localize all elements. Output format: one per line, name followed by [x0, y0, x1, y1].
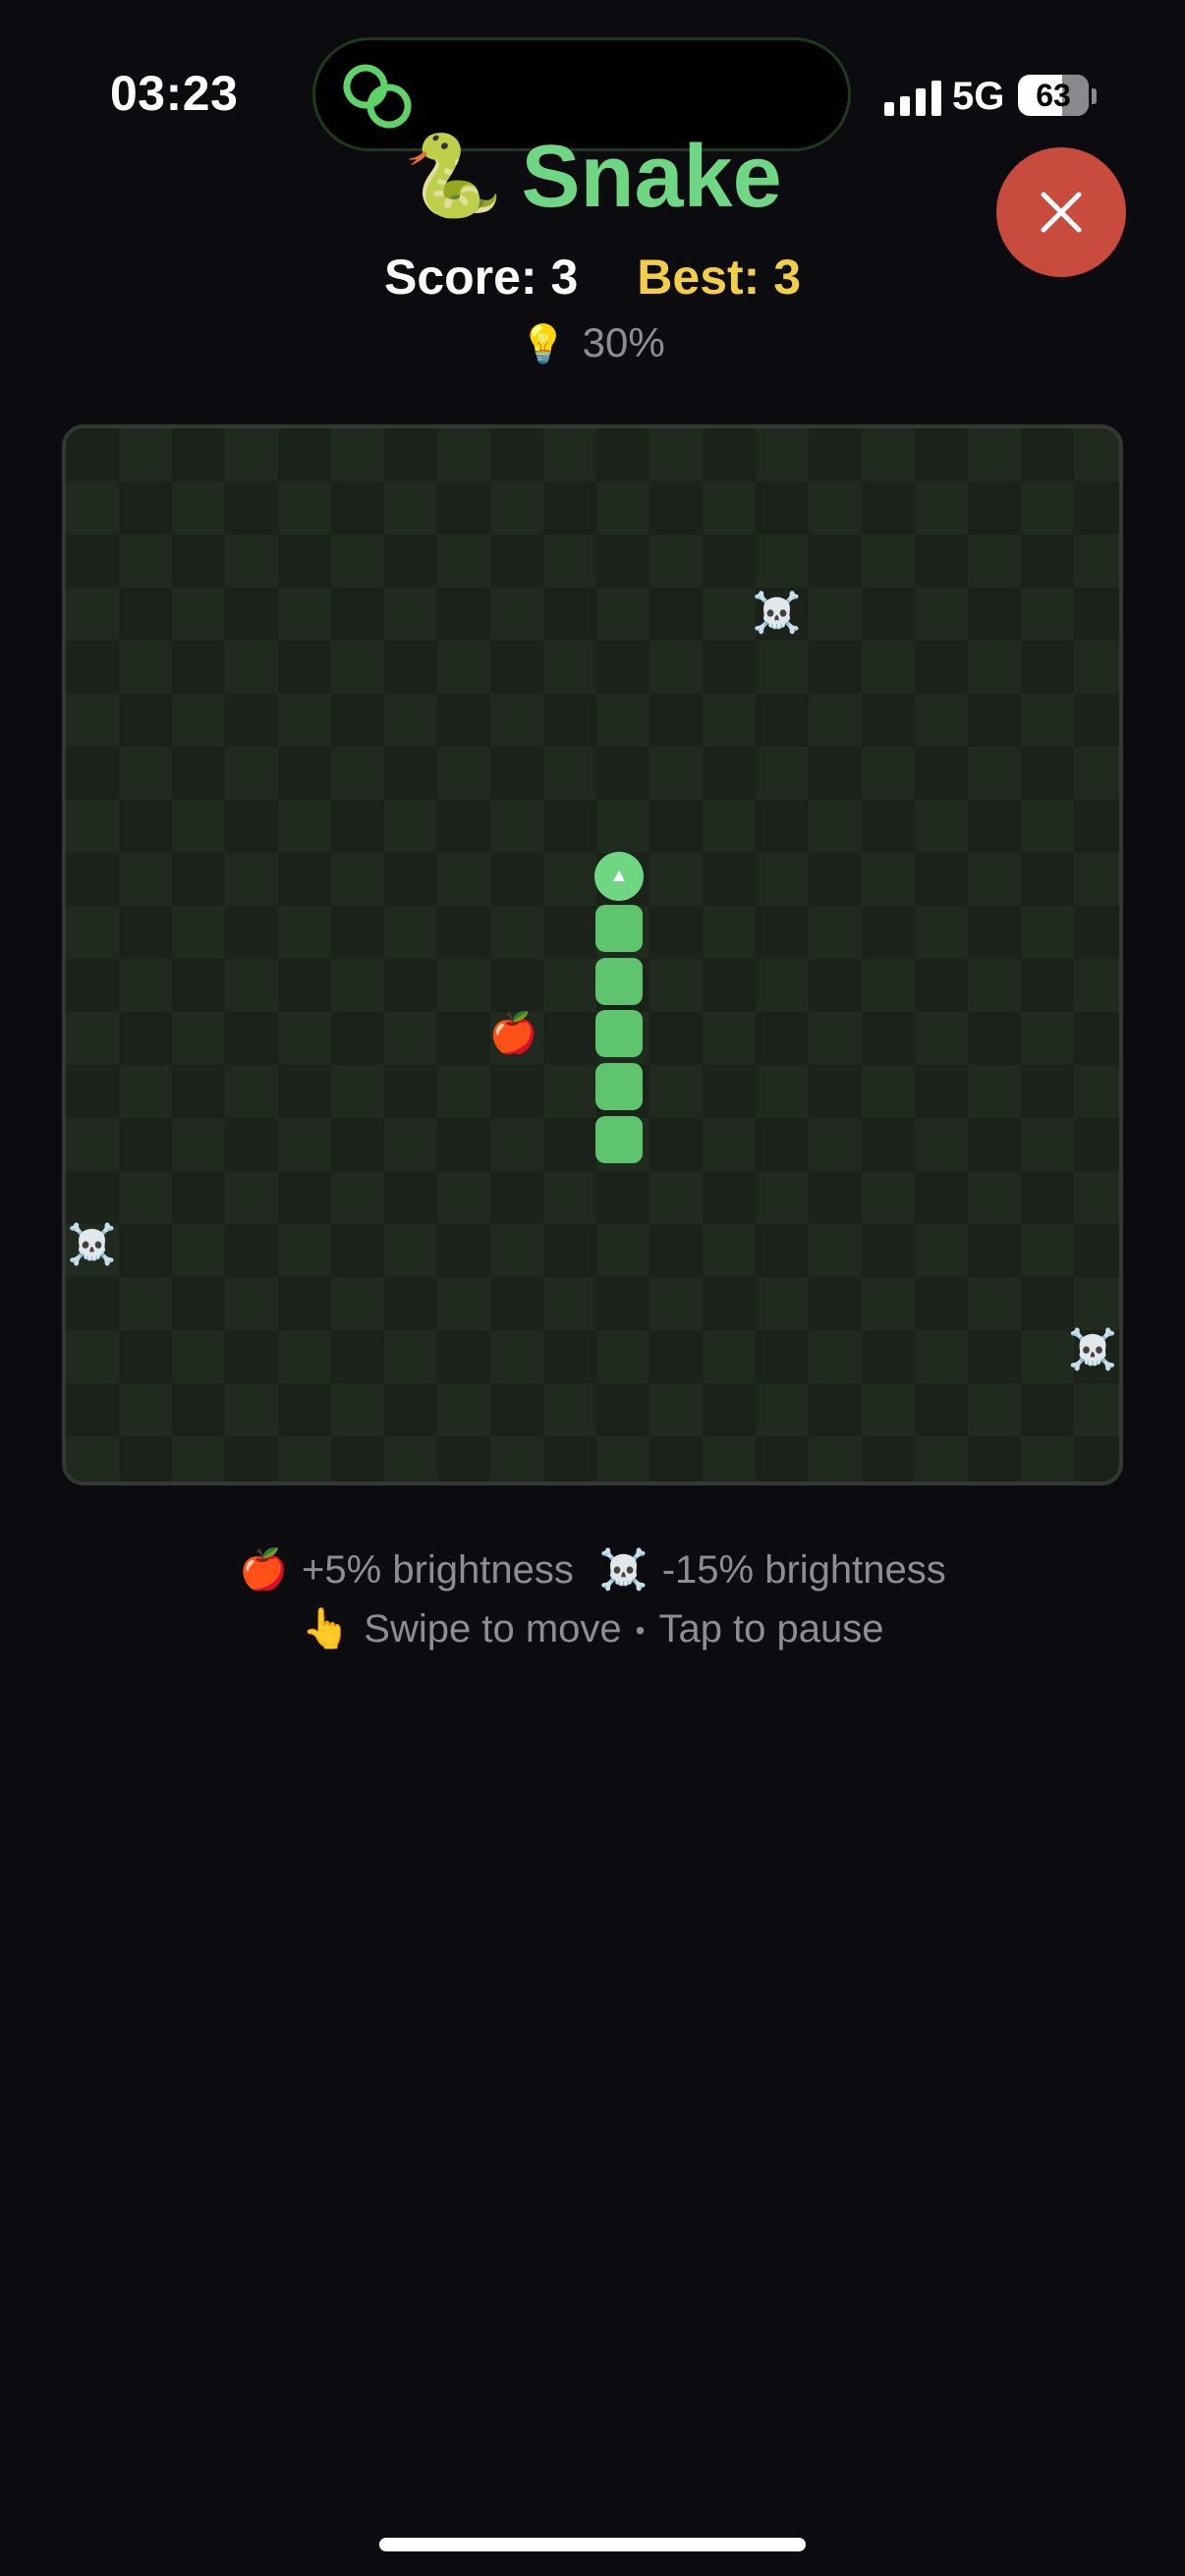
- snake-game-screen: 03:23 5G 63 🐍 Snake Score: 3 Best: 3 💡 30% …: [0, 0, 1185, 2576]
- apple-icon: 🍎: [239, 1548, 289, 1592]
- skull-icon: ☠️: [1068, 1328, 1118, 1372]
- legend-apple-text: +5% brightness: [302, 1548, 574, 1592]
- legend-swipe-text: Swipe to move: [364, 1607, 622, 1651]
- legend-skull-text: -15% brightness: [661, 1548, 946, 1592]
- cellular-signal-icon: [884, 79, 941, 116]
- status-time: 03:23: [110, 66, 239, 121]
- game-board[interactable]: 🍎 ☠️ ☠️ ☠️: [62, 424, 1123, 1485]
- skull-icon: ☠️: [598, 1548, 649, 1592]
- legend-effects: 🍎 +5% brightness ☠️ -15% brightness: [0, 1540, 1185, 1599]
- apple-icon: 🍎: [488, 1012, 538, 1056]
- separator-dot: •: [635, 1615, 646, 1647]
- pointing-finger-icon: 👆: [301, 1607, 351, 1651]
- score-display: Score: 3: [383, 250, 579, 305]
- snake-head: [593, 851, 644, 901]
- network-type: 5G: [952, 75, 1005, 118]
- home-indicator[interactable]: [379, 2538, 806, 2551]
- score-row: Score: 3 Best: 3: [0, 248, 1185, 307]
- game-title-text: Snake: [521, 128, 782, 226]
- battery-icon: 63: [1018, 75, 1089, 116]
- battery-level: 63: [1036, 78, 1071, 113]
- brightness-indicator: 💡 30%: [0, 314, 1185, 373]
- lightbulb-icon: 💡: [520, 324, 567, 365]
- close-icon: [1041, 192, 1082, 233]
- battery-nub: [1092, 88, 1097, 104]
- skull-icon: ☠️: [67, 1222, 117, 1266]
- legend-controls: 👆 Swipe to move • Tap to pause: [0, 1599, 1185, 1660]
- snake-icon: 🐍: [403, 132, 504, 221]
- snake-segment: [594, 1115, 643, 1163]
- legend-tap-text: Tap to pause: [658, 1607, 884, 1651]
- snake-segment: [594, 1063, 643, 1110]
- brightness-value: 30%: [582, 319, 665, 365]
- snake-segment: [594, 957, 643, 1005]
- best-score-display: Best: 3: [637, 250, 802, 305]
- snake-segment: [594, 905, 643, 953]
- board-cells: 🍎 ☠️ ☠️ ☠️: [66, 428, 1119, 1482]
- skull-icon: ☠️: [752, 590, 802, 635]
- snake-segment: [594, 1010, 643, 1058]
